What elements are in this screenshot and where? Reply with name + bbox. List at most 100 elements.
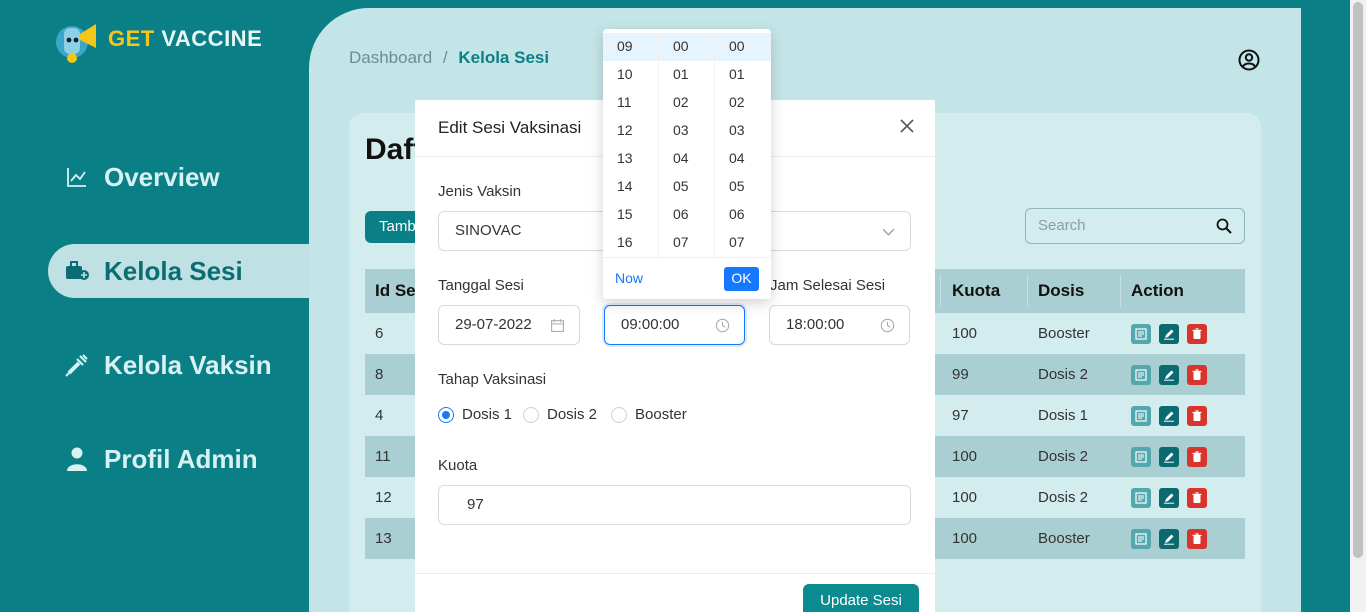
clock-icon bbox=[715, 318, 730, 333]
logo-text-get: GET bbox=[108, 26, 155, 51]
second-option[interactable]: 03 bbox=[715, 117, 771, 145]
kuota-input[interactable]: 97 bbox=[438, 485, 911, 525]
briefcase-medical-icon bbox=[64, 258, 90, 284]
tanggal-sesi-field[interactable]: 29-07-2022 bbox=[438, 305, 580, 345]
cell-dosis: Dosis 2 bbox=[1038, 489, 1089, 506]
edit-button[interactable] bbox=[1159, 446, 1179, 467]
delete-button[interactable] bbox=[1187, 364, 1207, 385]
ok-button[interactable]: OK bbox=[724, 267, 759, 291]
second-option[interactable]: 04 bbox=[715, 145, 771, 173]
cell-dosis: Dosis 2 bbox=[1038, 366, 1089, 383]
radio-dosis-1[interactable]: Dosis 1 bbox=[438, 406, 512, 423]
second-option[interactable]: 02 bbox=[715, 89, 771, 117]
edit-button[interactable] bbox=[1159, 487, 1179, 508]
calendar-icon bbox=[551, 319, 564, 332]
second-option[interactable]: 01 bbox=[715, 61, 771, 89]
sidebar-item-kelola-vaksin[interactable]: Kelola Vaksin bbox=[48, 338, 310, 392]
detail-button[interactable] bbox=[1131, 446, 1151, 467]
edit-button[interactable] bbox=[1159, 364, 1179, 385]
cell-id: 8 bbox=[375, 366, 384, 383]
radio-indicator[interactable] bbox=[438, 406, 454, 423]
minute-option[interactable]: 01 bbox=[659, 61, 714, 89]
trash-icon bbox=[1192, 327, 1202, 339]
cell-action bbox=[1131, 323, 1207, 344]
user-circle-icon[interactable] bbox=[1238, 49, 1260, 71]
second-option[interactable]: 00 bbox=[715, 33, 771, 61]
pencil-icon bbox=[1164, 411, 1174, 422]
hour-option[interactable]: 13 bbox=[603, 145, 658, 173]
time-picker-dropdown: 09 10 11 12 13 14 15 16 00 01 02 03 04 05 06 07 00 01 02… bbox=[603, 29, 771, 299]
radio-indicator[interactable] bbox=[523, 406, 539, 423]
detail-button[interactable] bbox=[1131, 323, 1151, 344]
scrollbar-thumb[interactable] bbox=[1353, 2, 1363, 558]
breadcrumb-root[interactable]: Dashboard bbox=[349, 48, 432, 67]
delete-button[interactable] bbox=[1187, 405, 1207, 426]
detail-button[interactable] bbox=[1131, 364, 1151, 385]
trash-icon bbox=[1192, 368, 1202, 380]
radio-dosis-2[interactable]: Dosis 2 bbox=[523, 406, 597, 423]
cell-action bbox=[1131, 487, 1207, 508]
sidebar-item-profil-admin[interactable]: Profil Admin bbox=[48, 432, 310, 486]
detail-button[interactable] bbox=[1131, 405, 1151, 426]
delete-button[interactable] bbox=[1187, 446, 1207, 467]
breadcrumb-separator: / bbox=[442, 48, 448, 67]
tanggal-sesi-value: 29-07-2022 bbox=[455, 316, 532, 333]
detail-button[interactable] bbox=[1131, 487, 1151, 508]
minute-option[interactable]: 04 bbox=[659, 145, 714, 173]
minute-option[interactable]: 03 bbox=[659, 117, 714, 145]
tanggal-sesi-label: Tanggal Sesi bbox=[438, 277, 524, 294]
col-header-action: Action bbox=[1131, 281, 1184, 300]
delete-button[interactable] bbox=[1187, 487, 1207, 508]
jam-selesai-field[interactable]: 18:00:00 bbox=[769, 305, 910, 345]
minute-column[interactable]: 00 01 02 03 04 05 06 07 bbox=[659, 33, 715, 257]
minute-option[interactable]: 06 bbox=[659, 201, 714, 229]
cell-dosis: Dosis 2 bbox=[1038, 448, 1089, 465]
document-icon bbox=[1135, 327, 1147, 340]
pencil-icon bbox=[1164, 534, 1174, 545]
syringe-icon bbox=[64, 352, 90, 378]
search-input[interactable]: Search bbox=[1025, 208, 1245, 244]
cell-id: 13 bbox=[375, 530, 392, 547]
second-option[interactable]: 05 bbox=[715, 173, 771, 201]
hour-column[interactable]: 09 10 11 12 13 14 15 16 bbox=[603, 33, 659, 257]
radio-booster[interactable]: Booster bbox=[611, 406, 687, 423]
search-icon[interactable] bbox=[1216, 218, 1232, 234]
hour-option[interactable]: 11 bbox=[603, 89, 658, 117]
close-icon[interactable] bbox=[899, 118, 915, 134]
minute-option[interactable]: 00 bbox=[659, 33, 714, 61]
second-column[interactable]: 00 01 02 03 04 05 06 07 bbox=[715, 33, 771, 257]
delete-button[interactable] bbox=[1187, 323, 1207, 344]
jam-mulai-field[interactable]: 09:00:00 bbox=[604, 305, 745, 345]
jam-selesai-label: Jam Selesai Sesi bbox=[770, 277, 886, 294]
hour-option[interactable]: 16 bbox=[603, 229, 658, 257]
user-icon bbox=[64, 446, 90, 472]
minute-option[interactable]: 07 bbox=[659, 229, 714, 257]
update-session-button[interactable]: Update Sesi bbox=[803, 584, 919, 612]
hour-option[interactable]: 15 bbox=[603, 201, 658, 229]
delete-button[interactable] bbox=[1187, 528, 1207, 549]
radio-indicator[interactable] bbox=[611, 406, 627, 423]
hour-option[interactable]: 12 bbox=[603, 117, 658, 145]
pencil-icon bbox=[1164, 370, 1174, 381]
tahap-vaksinasi-label: Tahap Vaksinasi bbox=[438, 371, 547, 388]
second-option[interactable]: 07 bbox=[715, 229, 771, 257]
trash-icon bbox=[1192, 532, 1202, 544]
hour-option[interactable]: 10 bbox=[603, 61, 658, 89]
second-option[interactable]: 06 bbox=[715, 201, 771, 229]
detail-button[interactable] bbox=[1131, 528, 1151, 549]
breadcrumb-current: Kelola Sesi bbox=[458, 48, 550, 67]
pencil-icon bbox=[1164, 329, 1174, 340]
minute-option[interactable]: 02 bbox=[659, 89, 714, 117]
edit-button[interactable] bbox=[1159, 405, 1179, 426]
now-button[interactable]: Now bbox=[615, 270, 643, 286]
hour-option[interactable]: 09 bbox=[603, 33, 658, 61]
sidebar: GET VACCINE Overview Kelola Sesi Kelola … bbox=[0, 0, 330, 612]
hour-option[interactable]: 14 bbox=[603, 173, 658, 201]
page-scrollbar[interactable] bbox=[1350, 0, 1366, 612]
sidebar-item-kelola-sesi[interactable]: Kelola Sesi bbox=[48, 244, 310, 298]
edit-button[interactable] bbox=[1159, 528, 1179, 549]
minute-option[interactable]: 05 bbox=[659, 173, 714, 201]
sidebar-item-overview[interactable]: Overview bbox=[48, 150, 310, 204]
app-logo[interactable]: GET VACCINE bbox=[52, 12, 262, 66]
edit-button[interactable] bbox=[1159, 323, 1179, 344]
